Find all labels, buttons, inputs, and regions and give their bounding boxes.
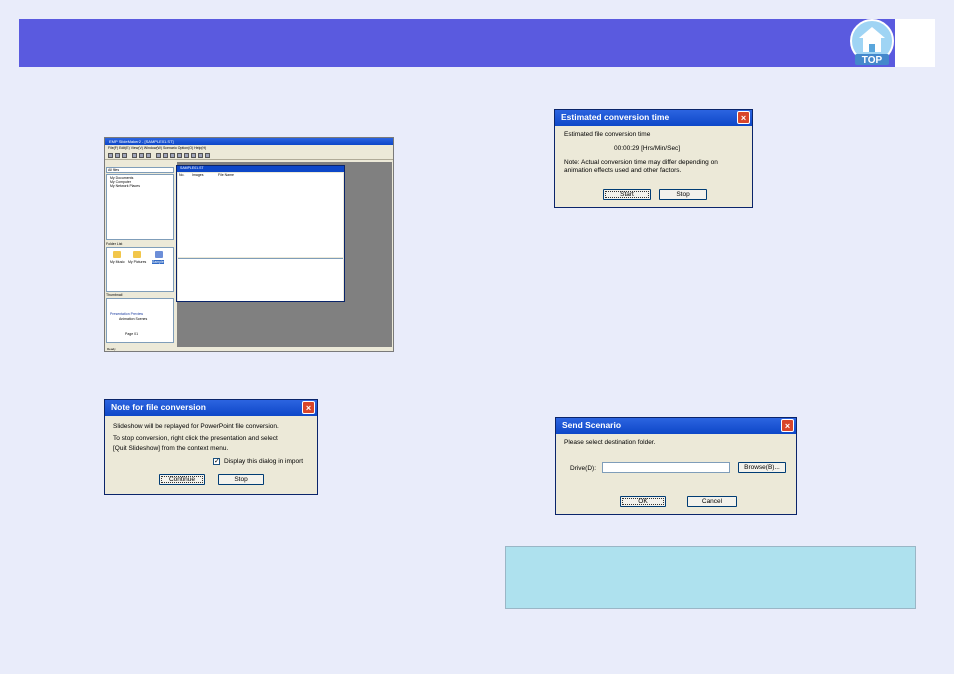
folder-list[interactable]: My Music My Pictures Sample <box>106 247 174 292</box>
column-header[interactable]: Images <box>192 173 203 177</box>
preview-pane <box>178 258 343 301</box>
start-button[interactable]: Start <box>603 189 651 200</box>
open-icon[interactable] <box>115 153 120 158</box>
note-line-3: [Quit Slideshow] from the context menu. <box>113 445 229 452</box>
note-line-2: animation effects used and other factors… <box>564 167 682 174</box>
dialog-title: Estimated conversion time <box>561 112 670 122</box>
send-scenario-dialog: Send Scenario × Please select destinatio… <box>555 417 797 515</box>
info-icon[interactable] <box>205 153 210 158</box>
child-window: SAMPLE01.ST No. Images File Name <box>176 165 345 302</box>
ok-button[interactable]: OK <box>620 496 666 507</box>
close-icon[interactable]: × <box>302 401 315 414</box>
tip-box <box>505 546 916 609</box>
delete-icon[interactable] <box>198 153 203 158</box>
checkbox-label: Display this dialog in import <box>224 458 304 465</box>
stop-icon[interactable] <box>163 153 168 158</box>
copy-icon[interactable] <box>139 153 144 158</box>
app-titlebar: EMP SlideMaker2 - [SAMPLE01.ST] <box>105 138 393 145</box>
estimated-label: Estimated file conversion time <box>564 131 651 138</box>
estimated-time-value: 00:00:29 [Hrs/Min/Sec] <box>614 145 681 152</box>
folder-name-selected[interactable]: Sample <box>152 260 164 264</box>
page-number-tab <box>895 19 935 67</box>
drive-input[interactable] <box>602 462 730 473</box>
play-icon[interactable] <box>156 153 161 158</box>
scenario-list[interactable]: No. Images File Name <box>178 173 343 257</box>
folder-name[interactable]: My Music <box>110 260 125 264</box>
paste-icon[interactable] <box>146 153 151 158</box>
close-icon[interactable]: × <box>737 111 750 124</box>
display-dialog-checkbox[interactable]: ✓ <box>213 458 220 465</box>
folder-tree[interactable]: My Documents My Computer My Network Plac… <box>106 174 174 240</box>
status-bar: Ready <box>107 347 116 351</box>
stop-button[interactable]: Stop <box>659 189 707 200</box>
folder-icon[interactable] <box>133 251 141 258</box>
cancel-button[interactable]: Cancel <box>687 496 737 507</box>
settings-icon[interactable] <box>177 153 182 158</box>
folder-combo[interactable]: All files <box>106 167 174 173</box>
child-title: SAMPLE01.ST <box>180 166 204 170</box>
child-titlebar: SAMPLE01.ST <box>177 166 344 172</box>
app-window-screenshot: EMP SlideMaker2 - [SAMPLE01.ST] File(F) … <box>104 137 394 352</box>
note-line-1: Note: Actual conversion time may differ … <box>564 159 718 166</box>
app-toolbar <box>105 151 393 160</box>
new-icon[interactable] <box>108 153 113 158</box>
dialog-titlebar: Send Scenario × <box>556 418 796 434</box>
thumbnail-sub: Animation Scenes <box>119 317 148 321</box>
page-header-bar <box>19 19 935 67</box>
dialog-titlebar: Estimated conversion time × <box>555 110 752 126</box>
note-line-1: Slideshow will be replayed for PowerPoin… <box>113 423 279 430</box>
folder-combo-value: All files <box>108 168 120 172</box>
cut-icon[interactable] <box>132 153 137 158</box>
folder-list-label: Folder List <box>106 242 123 246</box>
top-home-icon[interactable]: TOP <box>849 18 895 68</box>
dialog-titlebar: Note for file conversion × <box>105 400 317 416</box>
dialog-title: Note for file conversion <box>111 402 206 412</box>
stop-button[interactable]: Stop <box>218 474 264 485</box>
folder-icon[interactable] <box>155 251 163 258</box>
folder-icon[interactable] <box>113 251 121 258</box>
send-icon[interactable] <box>191 153 196 158</box>
estimated-time-dialog: Estimated conversion time × Estimated fi… <box>554 109 753 208</box>
folder-name[interactable]: My Pictures <box>128 260 146 264</box>
tree-item[interactable]: My Network Places <box>110 184 140 188</box>
continue-button[interactable]: Continue <box>159 474 205 485</box>
column-header[interactable]: File Name <box>218 173 234 177</box>
drive-label: Drive(D): <box>570 465 596 472</box>
thumbnail-label: Thumbnail <box>106 293 123 297</box>
thumbnail-pane: Presentation Preview Animation Scenes Pa… <box>106 298 174 343</box>
note-line-2: To stop conversion, right click the pres… <box>113 435 278 442</box>
destination-prompt: Please select destination folder. <box>564 439 656 446</box>
thumbnail-page: Page 01 <box>125 332 139 336</box>
top-label: TOP <box>862 55 883 66</box>
help-icon[interactable] <box>184 153 189 158</box>
browse-button[interactable]: Browse(B)... <box>738 462 786 473</box>
note-conversion-dialog: Note for file conversion × Slideshow wil… <box>104 399 318 495</box>
close-icon[interactable]: × <box>781 419 794 432</box>
app-title: EMP SlideMaker2 - [SAMPLE01.ST] <box>109 139 174 144</box>
thumbnail-title: Presentation Preview <box>110 312 144 316</box>
dialog-title: Send Scenario <box>562 420 622 430</box>
convert-icon[interactable] <box>170 153 175 158</box>
column-header[interactable]: No. <box>179 173 184 177</box>
save-icon[interactable] <box>122 153 127 158</box>
